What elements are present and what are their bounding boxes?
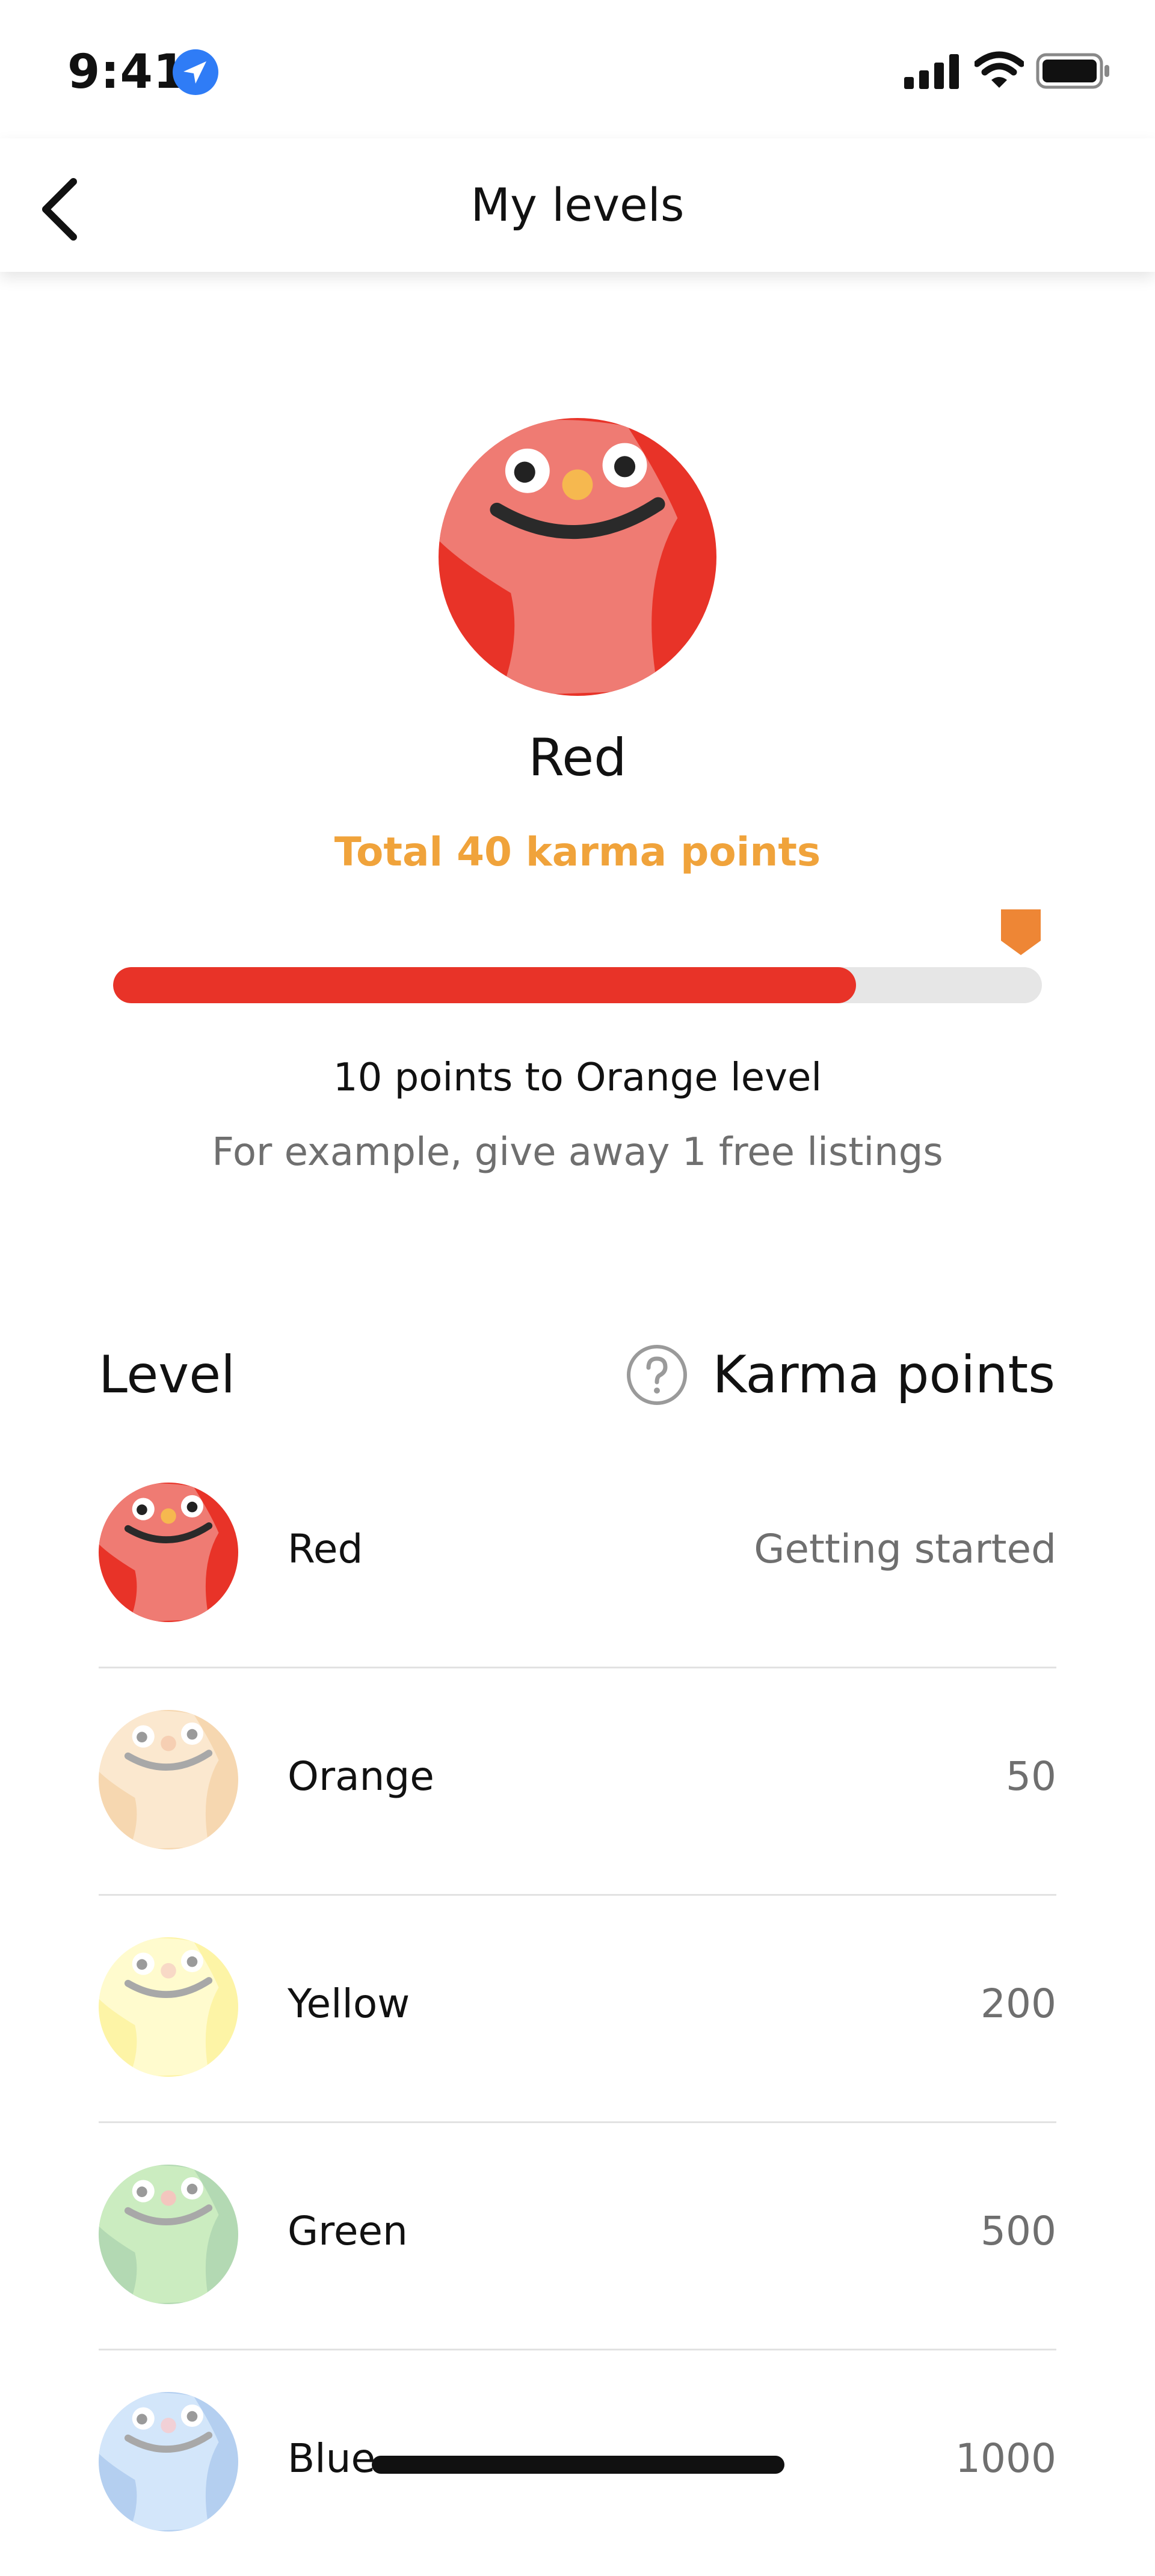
level-avatar: [99, 2392, 238, 2531]
level-points: 200: [981, 1981, 1056, 2027]
karma-progress-fill: [113, 967, 857, 1003]
location-arrow-icon: [171, 48, 220, 96]
karma-points-column-header: Karma points: [712, 1345, 1055, 1405]
level-name: Red: [288, 1526, 363, 1572]
level-avatar: [99, 1483, 238, 1622]
level-row: Red Getting started: [99, 1439, 1056, 1668]
level-column-header: Level: [99, 1345, 236, 1405]
level-name: Green: [288, 2208, 408, 2254]
status-bar: 9:41: [0, 0, 1155, 138]
battery-icon: [1036, 53, 1110, 89]
wifi-icon: [975, 51, 1024, 89]
level-points: 50: [1006, 1753, 1056, 1800]
level-row: Orange 50: [99, 1667, 1056, 1896]
current-level-avatar: [439, 418, 716, 696]
next-level-marker-icon: [1001, 909, 1041, 955]
levels-table-header: Level Karma points: [99, 1339, 1055, 1411]
level-row: Green 500: [99, 2121, 1056, 2350]
level-avatar: [99, 2165, 238, 2304]
level-points: 1000: [955, 2435, 1056, 2482]
level-avatar: [99, 1937, 238, 2077]
progress-hint: For example, give away 1 free listings: [212, 1130, 943, 1175]
level-points: 500: [981, 2208, 1056, 2254]
level-row: Yellow 200: [99, 1894, 1056, 2123]
karma-progress-bar: [113, 967, 1042, 1003]
level-name: Orange: [288, 1753, 434, 1800]
page-title: My levels: [470, 178, 685, 232]
next-level-label: 10 points to Orange level: [333, 1056, 822, 1100]
current-level-name: Red: [528, 728, 627, 788]
level-points: Getting started: [754, 1526, 1056, 1572]
cellular-signal-icon: [904, 54, 959, 89]
level-avatar: [99, 1710, 238, 1849]
level-name: Yellow: [288, 1981, 410, 2027]
navigation-bar: My levels: [0, 138, 1155, 272]
status-time: 9:41: [67, 45, 187, 99]
karma-total: Total 40 karma points: [334, 829, 821, 875]
level-name: Blue: [288, 2435, 376, 2482]
home-indicator: [372, 2456, 784, 2474]
question-circle-icon[interactable]: [626, 1344, 688, 1406]
